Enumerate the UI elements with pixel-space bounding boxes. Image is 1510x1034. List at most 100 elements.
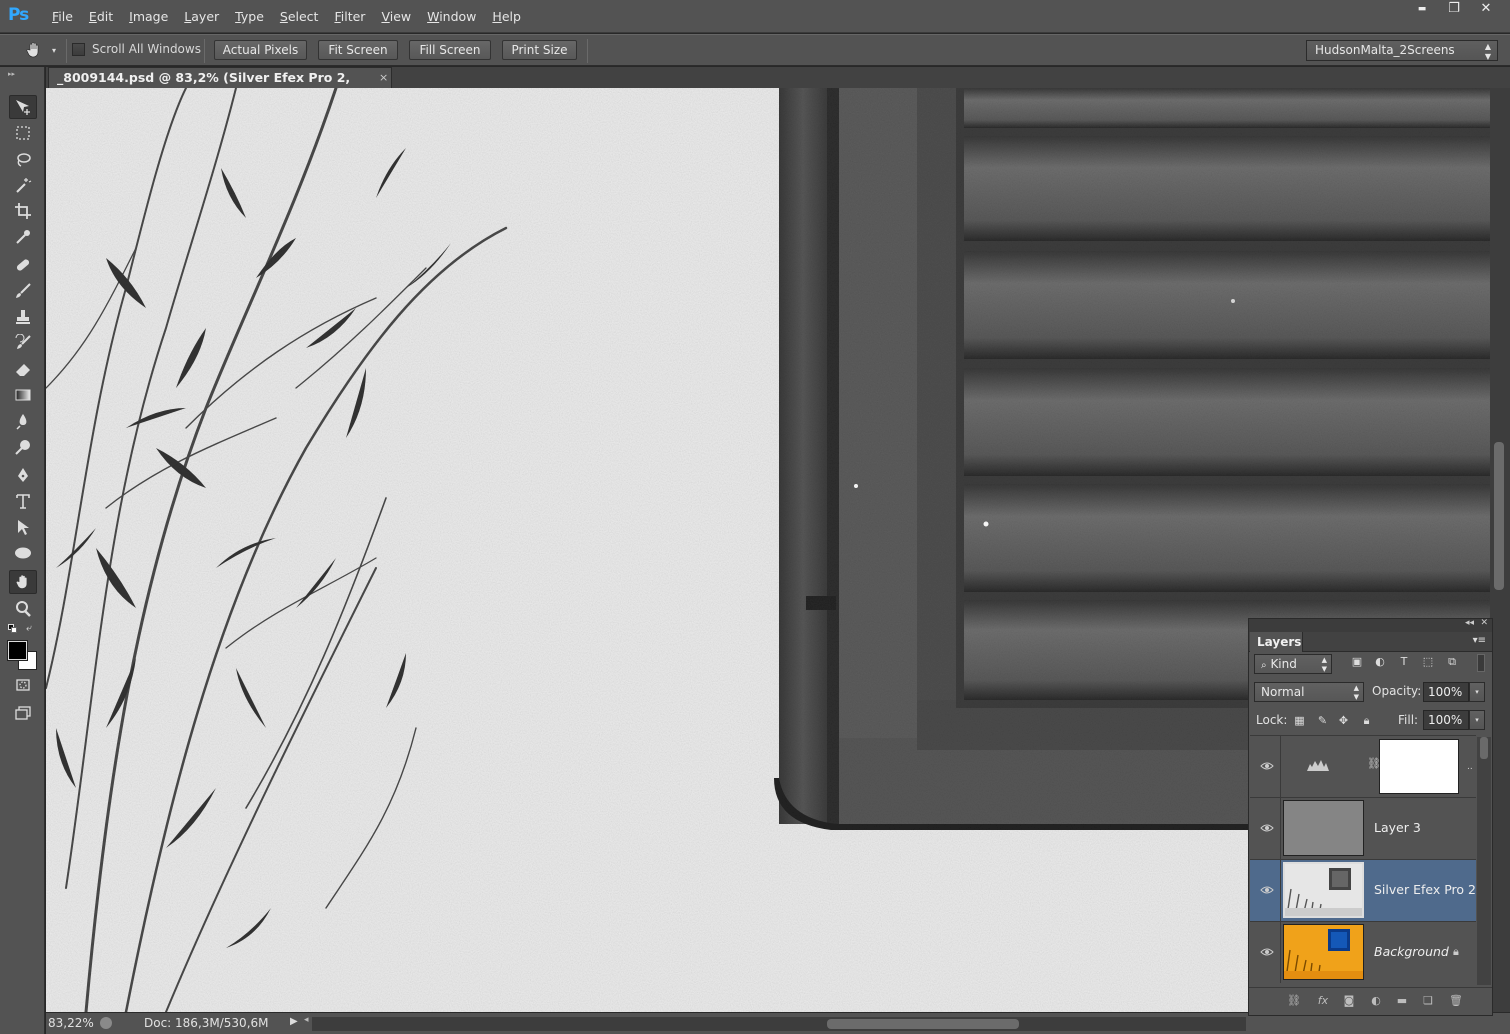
marquee-tool[interactable] (9, 121, 37, 145)
menu-window[interactable]: Window (419, 0, 484, 33)
horizontal-scrollbar[interactable]: ◂ (304, 1015, 1246, 1031)
window-controls: ▬ ❐ ✕ (1406, 0, 1502, 20)
crop-tool[interactable] (9, 199, 37, 223)
new-adjustment-layer-icon[interactable]: ◐ (1369, 994, 1383, 1008)
menu-file[interactable]: File (44, 0, 81, 33)
lock-position-icon[interactable]: ✥ (1337, 714, 1350, 727)
lasso-tool[interactable] (9, 147, 37, 171)
close-button[interactable]: ✕ (1470, 0, 1502, 20)
smart-object-filter-icon[interactable]: ⧉ (1445, 655, 1459, 669)
path-selection-tool[interactable] (9, 515, 37, 539)
opacity-slider-button[interactable]: ▾ (1469, 682, 1485, 702)
horizontal-scroll-thumb[interactable] (827, 1019, 1019, 1029)
shape-layer-filter-icon[interactable]: ⬚ (1421, 655, 1435, 669)
actual-pixels-button[interactable]: Actual Pixels (214, 40, 307, 60)
layer-thumbnail (1283, 862, 1364, 918)
fill-screen-button[interactable]: Fill Screen (409, 40, 491, 60)
vertical-scrollbar[interactable] (1490, 88, 1510, 1012)
zoom-icon (16, 601, 31, 617)
gradient-tool[interactable] (9, 383, 37, 407)
layer-row[interactable]: Layer 3 (1250, 797, 1476, 859)
type-tool[interactable] (9, 489, 37, 513)
history-brush-tool[interactable] (9, 331, 37, 355)
dodge-tool[interactable] (9, 435, 37, 459)
layers-scroll-thumb[interactable] (1480, 737, 1488, 759)
blend-mode-select[interactable]: Normal ▲ ▼ (1254, 682, 1364, 702)
zoom-tool[interactable] (9, 597, 37, 621)
move-tool[interactable] (9, 95, 37, 119)
menu-image[interactable]: Image (121, 0, 176, 33)
workspace-switcher[interactable]: HudsonMalta_2Screens ▲ ▼ (1306, 40, 1498, 61)
eye-icon[interactable] (1260, 759, 1274, 773)
scroll-all-windows-checkbox[interactable] (72, 42, 85, 56)
vertical-scroll-thumb[interactable] (1494, 442, 1504, 590)
tool-preset-picker[interactable]: ▾ (18, 39, 62, 61)
photoshop-logo: Ps (8, 5, 29, 25)
menu-layer[interactable]: Layer (176, 0, 227, 33)
print-size-button[interactable]: Print Size (502, 40, 577, 60)
link-layers-icon[interactable]: ⛓︎ (1287, 994, 1301, 1008)
menu-type[interactable]: Type (227, 0, 272, 33)
fill-input[interactable]: 100% (1423, 710, 1469, 730)
lock-image-pixels-icon[interactable]: ✎ (1316, 714, 1329, 727)
menu-select[interactable]: Select (272, 0, 327, 33)
opacity-input[interactable]: 100% (1423, 682, 1469, 702)
scroll-left-icon[interactable]: ◂ (304, 1015, 309, 1025)
close-icon[interactable]: × (379, 68, 388, 88)
layer-row[interactable]: Background 🔒︎ (1250, 921, 1476, 983)
more-icon: .. (1467, 762, 1473, 772)
layer-filter-kind-select[interactable]: ⌕ Kind ▲ ▼ (1254, 654, 1332, 674)
tab-layers[interactable]: Layers (1250, 632, 1303, 652)
blur-tool[interactable] (9, 409, 37, 433)
menu-help[interactable]: Help (484, 0, 529, 33)
minimize-button[interactable]: ▬ (1406, 0, 1438, 20)
layer-row[interactable]: ⛓︎ .. (1250, 735, 1476, 797)
move-icon (16, 100, 30, 115)
quick-mask-button[interactable] (9, 673, 37, 697)
filter-toggle-switch[interactable] (1477, 654, 1485, 672)
adjustment-layer-filter-icon[interactable]: ◐ (1373, 655, 1387, 669)
swap-colors-icon[interactable]: ⤶ (26, 623, 32, 634)
delete-layer-icon[interactable]: 🗑︎ (1449, 994, 1463, 1008)
clone-stamp-tool[interactable] (9, 305, 37, 329)
eye-icon[interactable] (1260, 883, 1274, 897)
foreground-color-swatch[interactable] (7, 640, 28, 661)
screen-mode-button[interactable] (9, 701, 37, 725)
menu-view[interactable]: View (373, 0, 419, 33)
default-colors-icon[interactable] (8, 624, 18, 634)
fill-slider-button[interactable]: ▾ (1469, 710, 1485, 730)
lock-transparent-pixels-icon[interactable]: ▦ (1293, 714, 1306, 727)
menu-edit[interactable]: Edit (81, 0, 121, 33)
new-group-icon[interactable]: ▬ (1395, 994, 1409, 1008)
pixel-layer-filter-icon[interactable]: ▣ (1350, 655, 1364, 669)
ellipse-tool[interactable] (9, 541, 37, 565)
hand-tool[interactable] (9, 570, 37, 594)
eye-icon[interactable] (1260, 821, 1274, 835)
panel-collapse-icon[interactable]: ▸▸ (8, 70, 15, 78)
panel-menu-icon[interactable]: ▾≡ (1473, 635, 1486, 646)
new-layer-icon[interactable]: ❏ (1421, 994, 1435, 1008)
add-mask-icon[interactable]: ◙ (1342, 994, 1356, 1008)
layer-row[interactable]: Silver Efex Pro 2 (1250, 859, 1476, 921)
eyedropper-tool[interactable] (9, 225, 37, 249)
lock-all-icon[interactable]: 🔒︎ (1360, 714, 1373, 727)
magic-wand-tool[interactable] (9, 173, 37, 197)
eraser-tool[interactable] (9, 357, 37, 381)
type-layer-filter-icon[interactable]: T (1397, 655, 1411, 669)
close-panel-icon[interactable]: ✕ (1480, 618, 1488, 628)
layer-style-icon[interactable]: fx (1316, 994, 1330, 1008)
healing-brush-tool[interactable] (9, 253, 37, 277)
document-tab[interactable]: _8009144.psd @ 83,2% (Silver Efex Pro 2,… (48, 67, 392, 105)
zoom-level-field[interactable]: 83,22% (48, 1015, 98, 1032)
restore-button[interactable]: ❐ (1438, 0, 1470, 20)
menu-filter[interactable]: Filter (326, 0, 373, 33)
status-menu-arrow-icon[interactable]: ▶ (290, 1016, 298, 1027)
brush-tool[interactable] (9, 279, 37, 303)
scroll-all-windows-option[interactable]: Scroll All Windows (72, 42, 201, 56)
collapse-panel-icon[interactable]: ◂◂ (1465, 618, 1474, 628)
pen-tool[interactable] (9, 463, 37, 487)
layers-scrollbar[interactable] (1477, 737, 1491, 985)
layer-mask-thumbnail[interactable] (1379, 739, 1459, 794)
fit-screen-button[interactable]: Fit Screen (318, 40, 398, 60)
eye-icon[interactable] (1260, 945, 1274, 959)
